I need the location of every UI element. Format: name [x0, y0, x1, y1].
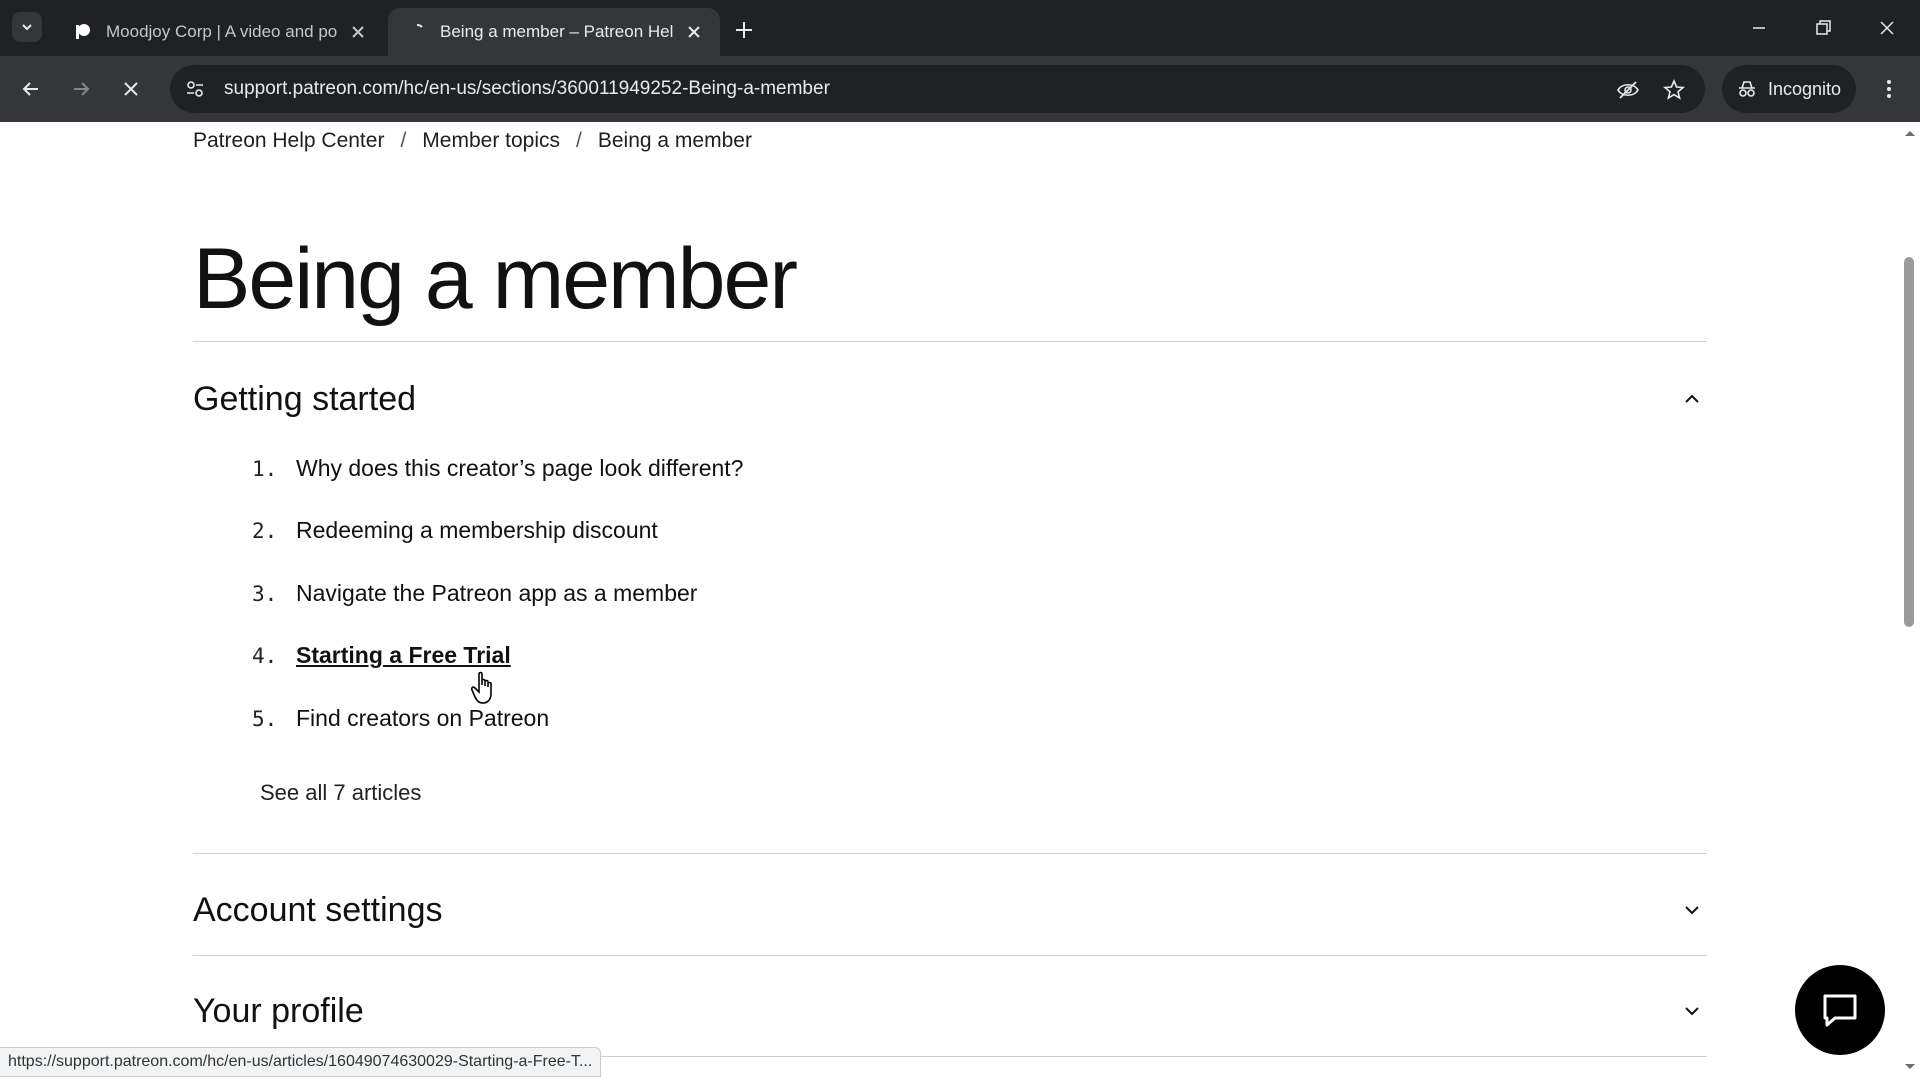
stop-loading-icon[interactable] — [118, 76, 144, 102]
chevron-down-icon[interactable] — [1681, 899, 1703, 921]
section-title: Account settings — [193, 890, 443, 929]
breadcrumb-current: Being a member — [597, 129, 752, 152]
section-header-account-settings[interactable]: Account settings — [193, 885, 1707, 935]
tab-moodjoy[interactable]: Moodjoy Corp | A video and po — [54, 8, 384, 56]
incognito-indicator[interactable]: Incognito — [1722, 65, 1856, 113]
incognito-label: Incognito — [1768, 78, 1842, 99]
list-item: 1. Why does this creator’s page look dif… — [252, 455, 743, 482]
close-icon[interactable] — [348, 22, 368, 42]
article-number: 2. — [252, 518, 278, 543]
eye-off-icon[interactable] — [1616, 78, 1640, 102]
breadcrumb-separator: / — [576, 129, 582, 152]
article-link[interactable]: Why does this creator’s page look differ… — [296, 455, 743, 482]
incognito-icon — [1739, 81, 1755, 97]
divider — [193, 955, 1707, 956]
list-item: 4. Starting a Free Trial — [252, 642, 511, 669]
bookmark-star-icon[interactable] — [1662, 78, 1686, 102]
loading-spinner-icon — [416, 24, 423, 28]
see-all-articles-link[interactable]: See all 7 articles — [260, 780, 421, 806]
chevron-down-icon[interactable] — [1681, 1000, 1703, 1022]
list-item: 3. Navigate the Patreon app as a member — [252, 580, 697, 607]
article-number: 5. — [252, 706, 278, 731]
article-number: 1. — [252, 456, 278, 481]
scroll-up-arrow-icon[interactable] — [1903, 128, 1917, 138]
minimize-icon[interactable] — [1745, 14, 1773, 42]
new-tab-plus-icon[interactable] — [730, 16, 758, 44]
article-link[interactable]: Navigate the Patreon app as a member — [296, 580, 697, 607]
list-item: 2. Redeeming a membership discount — [252, 517, 658, 544]
browser-toolbar: support.patreon.com/hc/en-us/sections/36… — [0, 56, 1920, 122]
tab-search-button[interactable] — [12, 12, 42, 42]
breadcrumb-help-center[interactable]: Patreon Help Center — [193, 129, 384, 153]
breadcrumb: Patreon Help Center / Member topics / Be… — [193, 129, 752, 153]
forward-arrow-icon[interactable] — [68, 76, 94, 102]
chevron-up-icon[interactable] — [1681, 388, 1703, 410]
browser-tab-strip: Moodjoy Corp | A video and po Being a me… — [0, 0, 1920, 56]
link-status-bar: https://support.patreon.com/hc/en-us/art… — [0, 1047, 602, 1077]
chat-support-button[interactable] — [1795, 965, 1885, 1055]
close-icon[interactable] — [684, 22, 704, 42]
back-arrow-icon[interactable] — [18, 76, 44, 102]
article-link-hovered[interactable]: Starting a Free Trial — [296, 642, 511, 669]
divider — [193, 853, 1707, 854]
chat-bubble-icon — [1823, 994, 1857, 1027]
page-title: Being a member — [193, 231, 798, 327]
section-header-your-profile[interactable]: Your profile — [193, 986, 1707, 1036]
breadcrumb-member-topics[interactable]: Member topics — [422, 129, 560, 153]
patreon-favicon-icon — [76, 24, 90, 39]
divider — [193, 341, 1707, 342]
restore-icon[interactable] — [1809, 14, 1837, 42]
more-menu-icon[interactable] — [1876, 76, 1902, 102]
section-title: Your profile — [193, 991, 364, 1030]
article-link[interactable]: Find creators on Patreon — [296, 705, 549, 732]
url-text[interactable]: support.patreon.com/hc/en-us/sections/36… — [224, 78, 830, 100]
scrollbar-thumb[interactable] — [1904, 257, 1914, 627]
tab-title: Being a member – Patreon Help — [440, 22, 674, 41]
address-bar[interactable]: support.patreon.com/hc/en-us/sections/36… — [170, 65, 1705, 113]
article-number: 3. — [252, 581, 278, 606]
tab-title: Moodjoy Corp | A video and po — [106, 22, 338, 41]
tab-being-a-member[interactable]: Being a member – Patreon Help — [388, 8, 720, 56]
section-header-getting-started[interactable]: Getting started — [193, 374, 1707, 424]
scroll-down-arrow-icon[interactable] — [1903, 1062, 1917, 1072]
hand-pointer-icon — [470, 671, 492, 704]
chevron-down-icon — [22, 24, 32, 31]
breadcrumb-separator: / — [400, 129, 407, 152]
list-item: 5. Find creators on Patreon — [252, 705, 549, 732]
section-title: Getting started — [193, 379, 417, 418]
close-window-icon[interactable] — [1873, 14, 1901, 42]
page-content: Patreon Help Center / Member topics / Be… — [0, 122, 1920, 1080]
article-link[interactable]: Redeeming a membership discount — [296, 517, 658, 544]
article-number: 4. — [252, 643, 278, 668]
site-settings-icon[interactable] — [184, 78, 206, 100]
